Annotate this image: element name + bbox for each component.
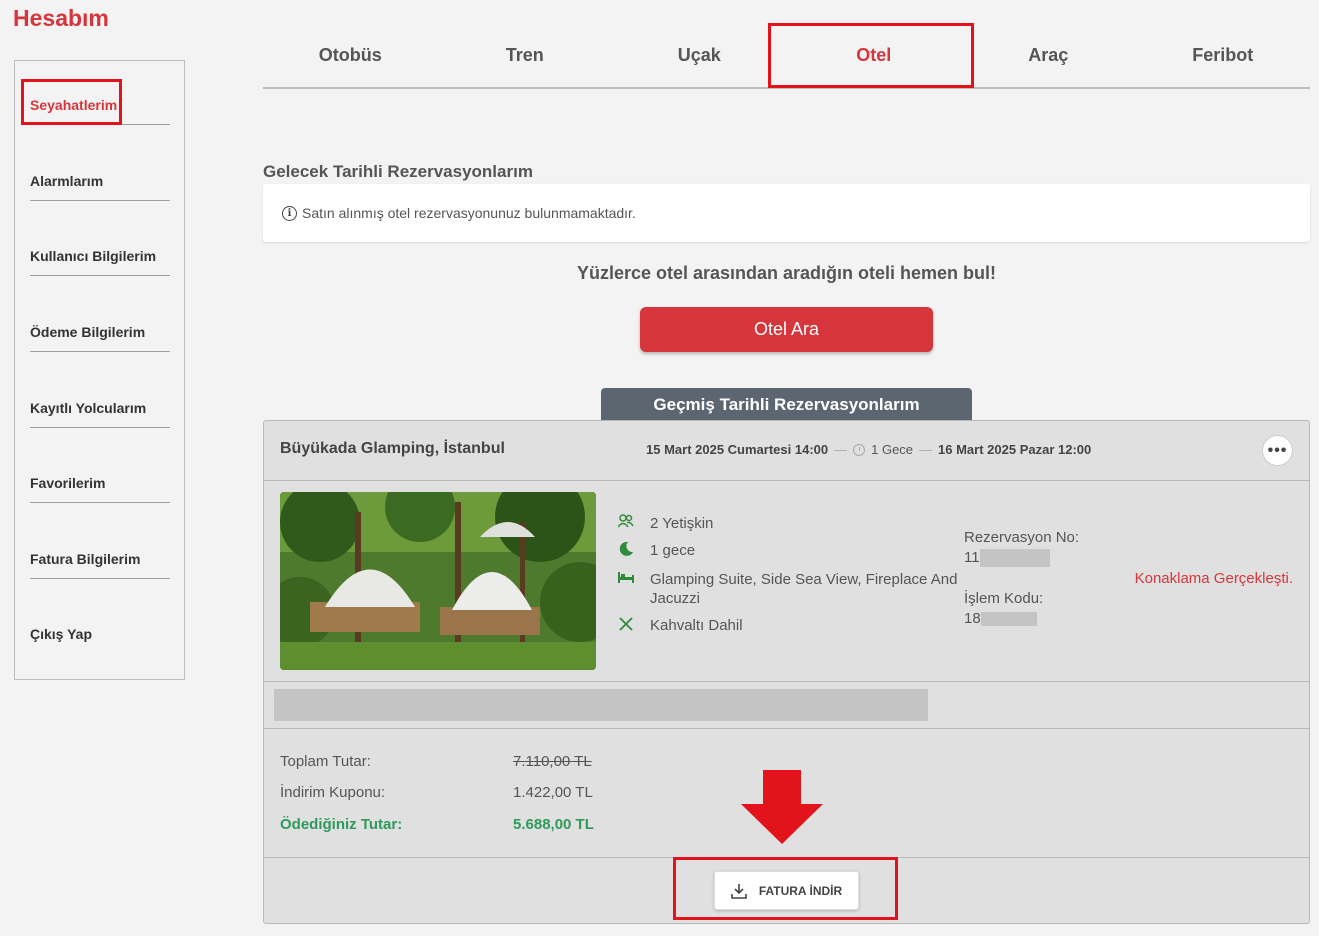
redacted-block (979, 549, 1050, 568)
redacted-bar (274, 689, 928, 721)
card-header: Büyükada Glamping, İstanbul 15 Mart 2025… (264, 421, 1309, 481)
room-text: Glamping Suite, Side Sea View, Fireplace… (650, 571, 958, 607)
total-label: Toplam Tutar: (280, 753, 371, 770)
otel-ara-button[interactable]: Otel Ara (640, 307, 933, 352)
empty-info-box: i Satın alınmış otel rezervasyonunuz bul… (263, 184, 1310, 242)
tab-feribot[interactable]: Feribot (1136, 30, 1311, 87)
upcoming-title: Gelecek Tarihli Rezervasyonlarım (263, 162, 533, 181)
reservation-features: 2 Yetişkin 1 gece Glamping Suite, Side S… (617, 514, 978, 645)
board-text: Kahvaltı Dahil (650, 617, 743, 634)
cutlery-icon (618, 616, 650, 637)
hotel-image (280, 492, 596, 670)
paid-label: Ödediğiniz Tutar: (280, 816, 403, 833)
bed-icon (618, 570, 650, 589)
page-title: Hesabım (13, 5, 109, 31)
sidebar-item-favorilerim[interactable]: Favorilerim (30, 463, 170, 503)
rez-no-value: 11 (964, 548, 1079, 568)
checkin-date: 15 Mart 2025 Cumartesi 14:00 (646, 442, 829, 457)
stay-dates: 15 Mart 2025 Cumartesi 14:00 — 1 Gece — … (646, 442, 1091, 457)
nights-count: 1 Gece (871, 442, 914, 457)
promo-text: Yüzlerce otel arasından aradığın oteli h… (576, 263, 997, 283)
card-body: 2 Yetişkin 1 gece Glamping Suite, Side S… (264, 482, 1309, 682)
feature-room: Glamping Suite, Side Sea View, Fireplace… (618, 570, 978, 608)
status-text: Konaklama Gerçekleşti. (1134, 570, 1293, 587)
tab-tren[interactable]: Tren (438, 30, 613, 87)
tab-ucak[interactable]: Uçak (612, 30, 787, 87)
sidebar-item-fatura-bilgilerim[interactable]: Fatura Bilgilerim (30, 539, 170, 579)
guests-text: 2 Yetişkin (650, 515, 714, 532)
coupon-value: 1.422,00 TL (513, 784, 593, 801)
reservation-card: Büyükada Glamping, İstanbul 15 Mart 2025… (263, 420, 1310, 924)
sidebar-item-seyahatlerim[interactable]: Seyahatlerim (30, 85, 170, 125)
fatura-indir-label: FATURA İNDİR (758, 883, 843, 898)
dash-separator: — (919, 442, 933, 457)
feature-guests: 2 Yetişkin (617, 514, 978, 533)
fatura-indir-button[interactable]: FATURA İNDİR (714, 871, 859, 910)
reservation-codes: Rezervasyon No: 11 İşlem Kodu: 18 (964, 528, 1079, 629)
tab-otel[interactable]: Otel (787, 30, 962, 87)
islem-prefix: 18 (964, 610, 981, 627)
hotel-name: Büyükada Glamping, İstanbul (280, 440, 505, 457)
redacted-block (980, 612, 1037, 627)
tab-otobus[interactable]: Otobüs (263, 30, 438, 87)
islem-label: İşlem Kodu: (964, 590, 1044, 607)
rez-no-label: Rezervasyon No: (964, 529, 1080, 546)
checkout-date: 16 Mart 2025 Pazar 12:00 (938, 442, 1092, 457)
feature-board: Kahvaltı Dahil (618, 616, 978, 637)
transport-tabs: Otobüs Tren Uçak Otel Araç Feribot (263, 30, 1310, 89)
sidebar: Seyahatlerim Alarmlarım Kullanıcı Bilgil… (14, 60, 185, 680)
feature-night: 1 gece (618, 541, 978, 562)
red-down-arrow-icon (741, 770, 823, 844)
people-icon (617, 514, 650, 533)
rez-no-prefix: 11 (964, 549, 980, 566)
tab-arac[interactable]: Araç (961, 30, 1136, 87)
sidebar-item-cikis-yap[interactable]: Çıkış Yap (30, 614, 170, 654)
download-icon (731, 883, 747, 899)
clock-icon (853, 443, 866, 456)
sidebar-item-odeme-bilgilerim[interactable]: Ödeme Bilgilerim (30, 312, 170, 352)
islem-value: 18 (964, 609, 1079, 629)
sidebar-item-alarmlarim[interactable]: Alarmlarım (30, 161, 170, 201)
night-text: 1 gece (650, 542, 696, 559)
more-options-button[interactable]: ••• (1262, 435, 1293, 466)
dash-separator: — (834, 442, 848, 457)
total-value: 7.110,00 TL (513, 753, 592, 770)
past-title: Geçmiş Tarihli Rezervasyonlarım (601, 388, 972, 421)
coupon-label: İndirim Kuponu: (280, 784, 386, 801)
paid-value: 5.688,00 TL (513, 816, 594, 833)
empty-message: Satın alınmış otel rezervasyonunuz bulun… (302, 205, 636, 221)
sidebar-item-kullanici-bilgilerim[interactable]: Kullanıcı Bilgilerim (30, 236, 170, 276)
sidebar-item-kayitli-yolcularim[interactable]: Kayıtlı Yolcularım (30, 388, 170, 428)
info-icon: i (282, 205, 297, 221)
moon-icon (618, 541, 650, 562)
